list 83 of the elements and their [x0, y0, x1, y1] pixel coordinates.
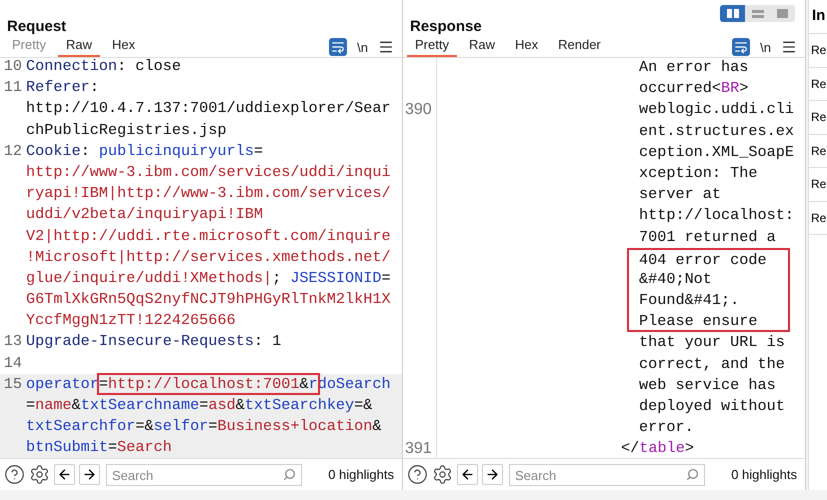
list-item[interactable]: Re: [811, 142, 826, 160]
code-line: V2|http://uddi.rte.microsoft.com/inquire: [26, 226, 391, 247]
newline-toggle[interactable]: \n: [357, 38, 368, 57]
code-line: http://www-3.ibm.com/services/uddi/inqui: [26, 162, 391, 183]
search-icon: [686, 468, 699, 480]
right-arrow-icon: [82, 467, 97, 482]
code-line: weblogic.uddi.cli: [639, 99, 794, 120]
code-line: 7001 returned a: [639, 226, 776, 248]
code-line: uddi/v2beta/inquiryapi!IBM: [26, 204, 264, 226]
line-number: 11: [2, 77, 23, 98]
code-line: &#40;Not: [627, 268, 790, 290]
layout-button[interactable]: [720, 5, 745, 22]
list-item[interactable]: Re: [811, 175, 826, 194]
wrap-icon[interactable]: [329, 38, 348, 56]
search-field[interactable]: Search: [509, 464, 705, 486]
list-item[interactable]: Re: [811, 74, 826, 93]
code-line: G6TmlXkGRn5QqS2nyfNCJT9hPHGyRlTnkM2lkH1X: [26, 289, 391, 310]
code-line: Upgrade-Insecure-Requests: 1: [26, 331, 282, 352]
code-line: operator=http://localhost:7001&r doSearch: [26, 374, 391, 395]
right-arrow-icon: [485, 467, 500, 482]
code-line: ent.structures.ex: [639, 120, 794, 142]
tab[interactable]: Raw: [460, 34, 503, 57]
list-item[interactable]: Re: [811, 108, 826, 126]
help-icon[interactable]: [407, 464, 428, 485]
code-line: chPublicRegistries.jsp: [26, 120, 228, 141]
tab[interactable]: Pretty: [407, 34, 457, 57]
code-line: web service has: [639, 374, 776, 396]
line-number: 14: [2, 352, 23, 374]
line-number: 15: [2, 374, 23, 395]
search-field[interactable]: Search: [106, 464, 302, 486]
forward-button[interactable]: [79, 464, 100, 485]
code-line: YccfMggN1zTT!1224265666: [26, 310, 237, 332]
panel-title: In: [812, 6, 826, 26]
settings-icon[interactable]: [29, 464, 50, 485]
code-line: An error has: [639, 57, 748, 78]
back-button[interactable]: [457, 464, 478, 485]
menu-icon[interactable]: [781, 39, 797, 56]
code-line: Connection: close: [26, 56, 181, 77]
code-line: glue/inquire/uddi!XMethods|; JSESSIONID=: [26, 268, 391, 289]
newline-toggle[interactable]: \n: [760, 38, 771, 57]
code-line: btnSubmit=Search: [26, 437, 173, 458]
line-number: 390: [404, 100, 433, 120]
code-line: !Microsoft|http://services.xmethods.net/: [26, 246, 391, 268]
code-line: Cookie: publicinquiryurls=: [26, 140, 264, 162]
wrap-icon[interactable]: [732, 38, 750, 56]
list-item[interactable]: Re: [811, 41, 826, 60]
code-line: Referer:: [26, 77, 100, 98]
panel-title: Response: [410, 16, 482, 36]
code-line: that your URL is: [639, 332, 785, 354]
line-number: 13: [2, 331, 23, 352]
line-number: 391: [404, 439, 433, 458]
code-line: 404 error code: [627, 248, 790, 269]
code-line: ryapi!IBM|http://www-3.ibm.com/services/: [26, 183, 391, 204]
search-icon: [283, 468, 296, 480]
code-line: ception.XML_SoapE: [639, 142, 794, 163]
menu-icon[interactable]: [378, 39, 394, 56]
code-line: occurred<BR>: [639, 78, 748, 100]
help-icon[interactable]: [4, 464, 25, 485]
code-line: http://localhost:: [639, 205, 794, 226]
code-line: Please ensure: [627, 311, 790, 332]
code-line: correct, and the: [639, 354, 785, 375]
code-line: =name&txtSearchname=asd&txtSearchkey=&: [26, 395, 374, 416]
tab[interactable]: Hex: [104, 34, 144, 57]
code-line: txtSearchfor=&selfor=Business+location&: [26, 416, 382, 438]
code-line: deployed without: [639, 396, 785, 417]
line-number: 12: [2, 140, 23, 162]
back-button[interactable]: [54, 464, 75, 485]
tab[interactable]: Render: [550, 34, 609, 57]
tab[interactable]: Hex: [506, 34, 546, 57]
tab[interactable]: Raw: [58, 34, 100, 57]
code-line: http://10.4.7.137:7001/uddiexplorer/Sear: [26, 98, 391, 120]
line-number: 10: [2, 56, 23, 77]
code-line: </table>: [621, 438, 694, 458]
code-line: xception: The: [639, 162, 758, 184]
list-item[interactable]: Re: [811, 208, 826, 227]
code-line: error.: [639, 417, 694, 438]
panel-title: Request: [7, 16, 66, 36]
forward-button[interactable]: [482, 464, 503, 485]
code-line: server at: [639, 184, 722, 206]
settings-icon[interactable]: [432, 464, 453, 485]
code-line: Found&#41;.: [627, 290, 790, 312]
highlight-count: 0 highlights: [731, 466, 797, 484]
highlight-count: 0 highlights: [328, 466, 394, 484]
